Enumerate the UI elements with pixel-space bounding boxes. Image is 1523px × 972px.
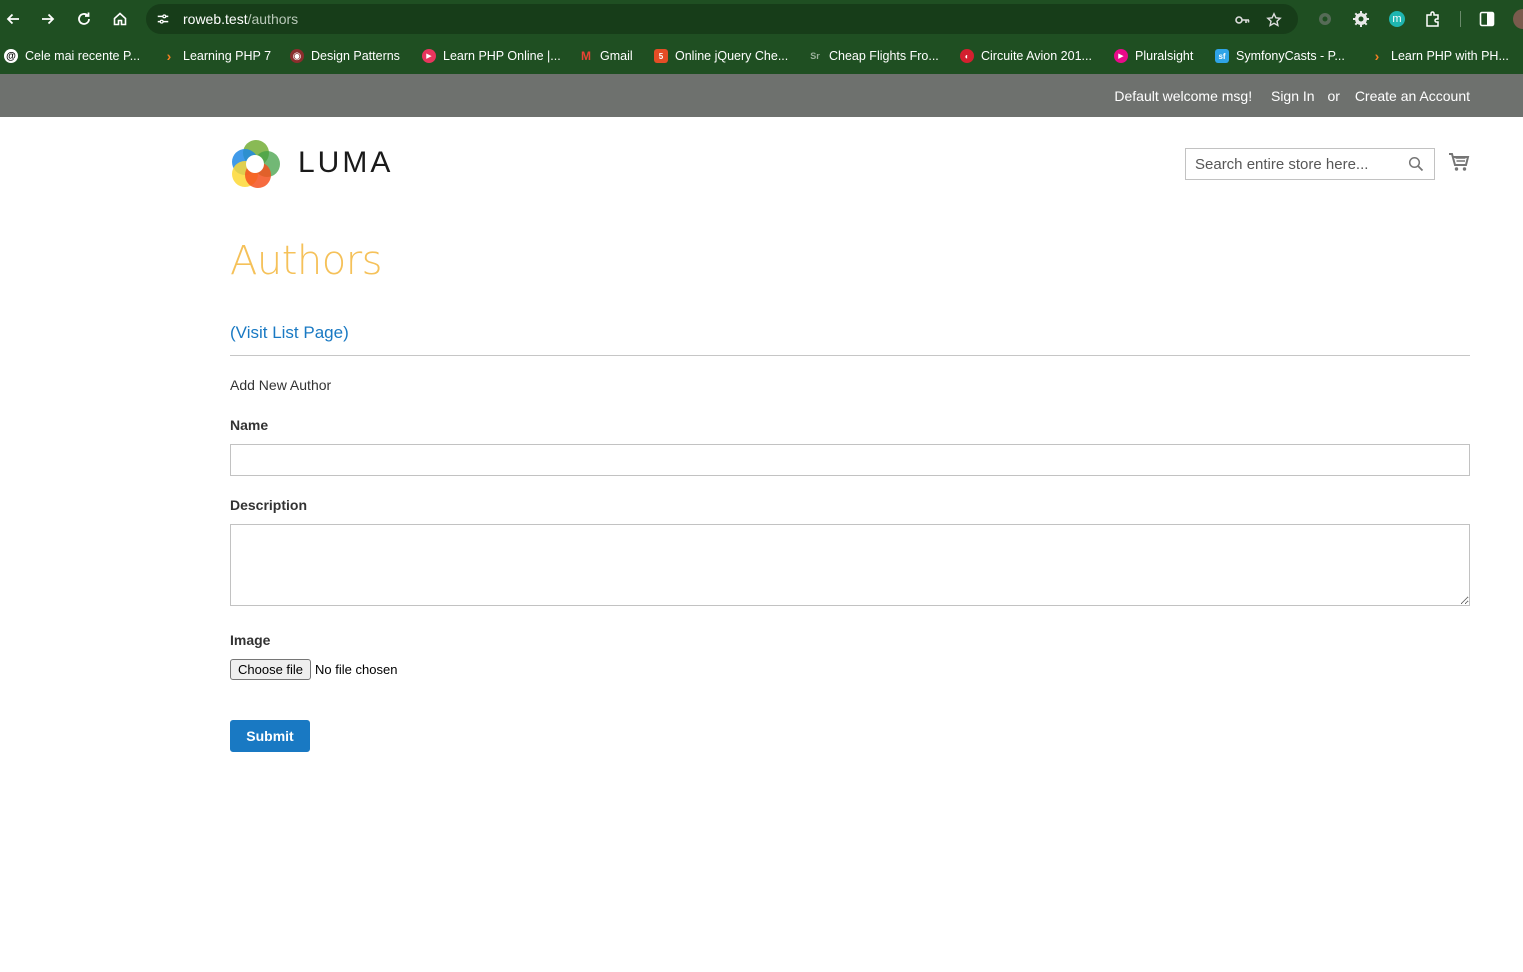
logo-text: LUMA xyxy=(298,146,394,179)
symfonycasts-icon: sf xyxy=(1215,49,1229,63)
bookmark-label: Online jQuery Che... xyxy=(675,49,789,63)
extension-m-icon[interactable]: m xyxy=(1389,11,1405,27)
bookmark-item[interactable]: ◐ Circuite Avion 201... xyxy=(960,48,1092,64)
bookmark-label: Learning PHP 7 xyxy=(183,49,272,63)
forward-icon[interactable] xyxy=(37,8,59,30)
reload-icon[interactable] xyxy=(73,8,95,30)
extension-gear-icon[interactable] xyxy=(1351,9,1371,29)
gmail-icon: M xyxy=(581,49,591,63)
url-path: /authors xyxy=(247,11,299,27)
bookmark-label: Pluralsight xyxy=(1135,49,1194,63)
browser-toolbar: roweb.test/authors m xyxy=(0,0,1523,38)
bookmark-label: Cele mai recente P... xyxy=(25,49,141,63)
bookmark-item[interactable]: ◉ Design Patterns xyxy=(290,48,400,64)
page-title: Authors xyxy=(230,238,383,284)
back-icon[interactable] xyxy=(2,8,24,30)
search-box xyxy=(1185,148,1435,180)
description-label: Description xyxy=(230,497,308,513)
bookmark-item[interactable]: 5 Online jQuery Che... xyxy=(654,48,788,64)
or-text: or xyxy=(1327,88,1340,104)
threads-icon: @ xyxy=(4,49,18,63)
site-settings-icon[interactable] xyxy=(154,10,172,28)
bookmark-label: Cheap Flights Fro... xyxy=(829,49,939,63)
profile-avatar[interactable] xyxy=(1513,9,1523,29)
header-links: Default welcome msg! Sign In or Create a… xyxy=(1103,88,1470,104)
search-icon[interactable] xyxy=(1408,156,1424,172)
file-status: No file chosen xyxy=(315,662,398,677)
image-label: Image xyxy=(230,632,271,648)
bookmarks-bar: @ Cele mai recente P... › Learning PHP 7… xyxy=(0,38,1523,74)
search-input[interactable] xyxy=(1186,149,1406,179)
bookmark-item[interactable]: › Learning PHP 7 xyxy=(162,48,271,64)
form-title: Add New Author xyxy=(230,377,332,393)
bookmark-item[interactable]: › Learn PHP with PH... xyxy=(1370,48,1509,64)
globe-icon: ◐ xyxy=(960,49,974,63)
description-textarea[interactable] xyxy=(230,524,1470,606)
extension-gear-dim-icon[interactable] xyxy=(1315,9,1335,29)
panel-header: Default welcome msg! Sign In or Create a… xyxy=(0,74,1523,117)
bookmark-item[interactable]: Sr Cheap Flights Fro... xyxy=(808,48,939,64)
chevron-bookmark-icon: › xyxy=(1374,48,1380,64)
name-input[interactable] xyxy=(230,444,1470,476)
sr-icon: Sr xyxy=(810,51,820,61)
create-account-link[interactable]: Create an Account xyxy=(1355,88,1470,104)
bookmark-item[interactable]: ▶ Learn PHP Online |... xyxy=(422,48,561,64)
side-panel-icon[interactable] xyxy=(1477,9,1497,29)
chevron-bookmark-icon: › xyxy=(166,48,172,64)
bookmark-label: SymfonyCasts - P... xyxy=(1236,49,1345,63)
name-label: Name xyxy=(230,417,269,433)
image-file-input: Choose file No file chosen xyxy=(230,659,397,680)
bookmark-item[interactable]: ▶ Pluralsight xyxy=(1114,48,1193,64)
bookmark-label: Gmail xyxy=(600,49,633,63)
sign-in-link[interactable]: Sign In xyxy=(1271,88,1315,104)
url-text: roweb.test/authors xyxy=(183,11,298,27)
toolbar-separator xyxy=(1460,11,1461,27)
pluralsight-icon: ▶ xyxy=(1114,49,1128,63)
bookmark-label: Learn PHP with PH... xyxy=(1391,49,1509,63)
url-host: roweb.test xyxy=(183,11,248,27)
home-icon[interactable] xyxy=(109,8,131,30)
choose-file-button[interactable]: Choose file xyxy=(230,659,312,680)
bookmark-star-icon[interactable] xyxy=(1265,11,1283,29)
cart-icon[interactable] xyxy=(1448,152,1470,172)
luma-logo-icon xyxy=(232,140,280,188)
html5-icon: 5 xyxy=(654,49,668,63)
submit-button[interactable]: Submit xyxy=(230,720,310,752)
extensions-puzzle-icon[interactable] xyxy=(1423,9,1443,29)
welcome-message: Default welcome msg! xyxy=(1114,88,1253,104)
bookmark-label: Learn PHP Online |... xyxy=(443,49,561,63)
password-key-icon[interactable] xyxy=(1233,11,1251,29)
bookmark-item[interactable]: @ Cele mai recente P... xyxy=(4,48,140,64)
bookmark-label: Design Patterns xyxy=(311,49,400,63)
bookmark-item[interactable]: M Gmail xyxy=(579,48,633,64)
divider xyxy=(230,355,1470,356)
luma-logo[interactable]: LUMA xyxy=(230,138,400,190)
raccoon-icon: ◉ xyxy=(290,49,304,63)
bookmark-label: Circuite Avion 201... xyxy=(981,49,1092,63)
address-bar[interactable]: roweb.test/authors xyxy=(146,4,1298,34)
bookmark-item[interactable]: sf SymfonyCasts - P... xyxy=(1215,48,1345,64)
play-circle-icon: ▶ xyxy=(422,49,436,63)
visit-list-link[interactable]: (Visit List Page) xyxy=(230,323,349,343)
